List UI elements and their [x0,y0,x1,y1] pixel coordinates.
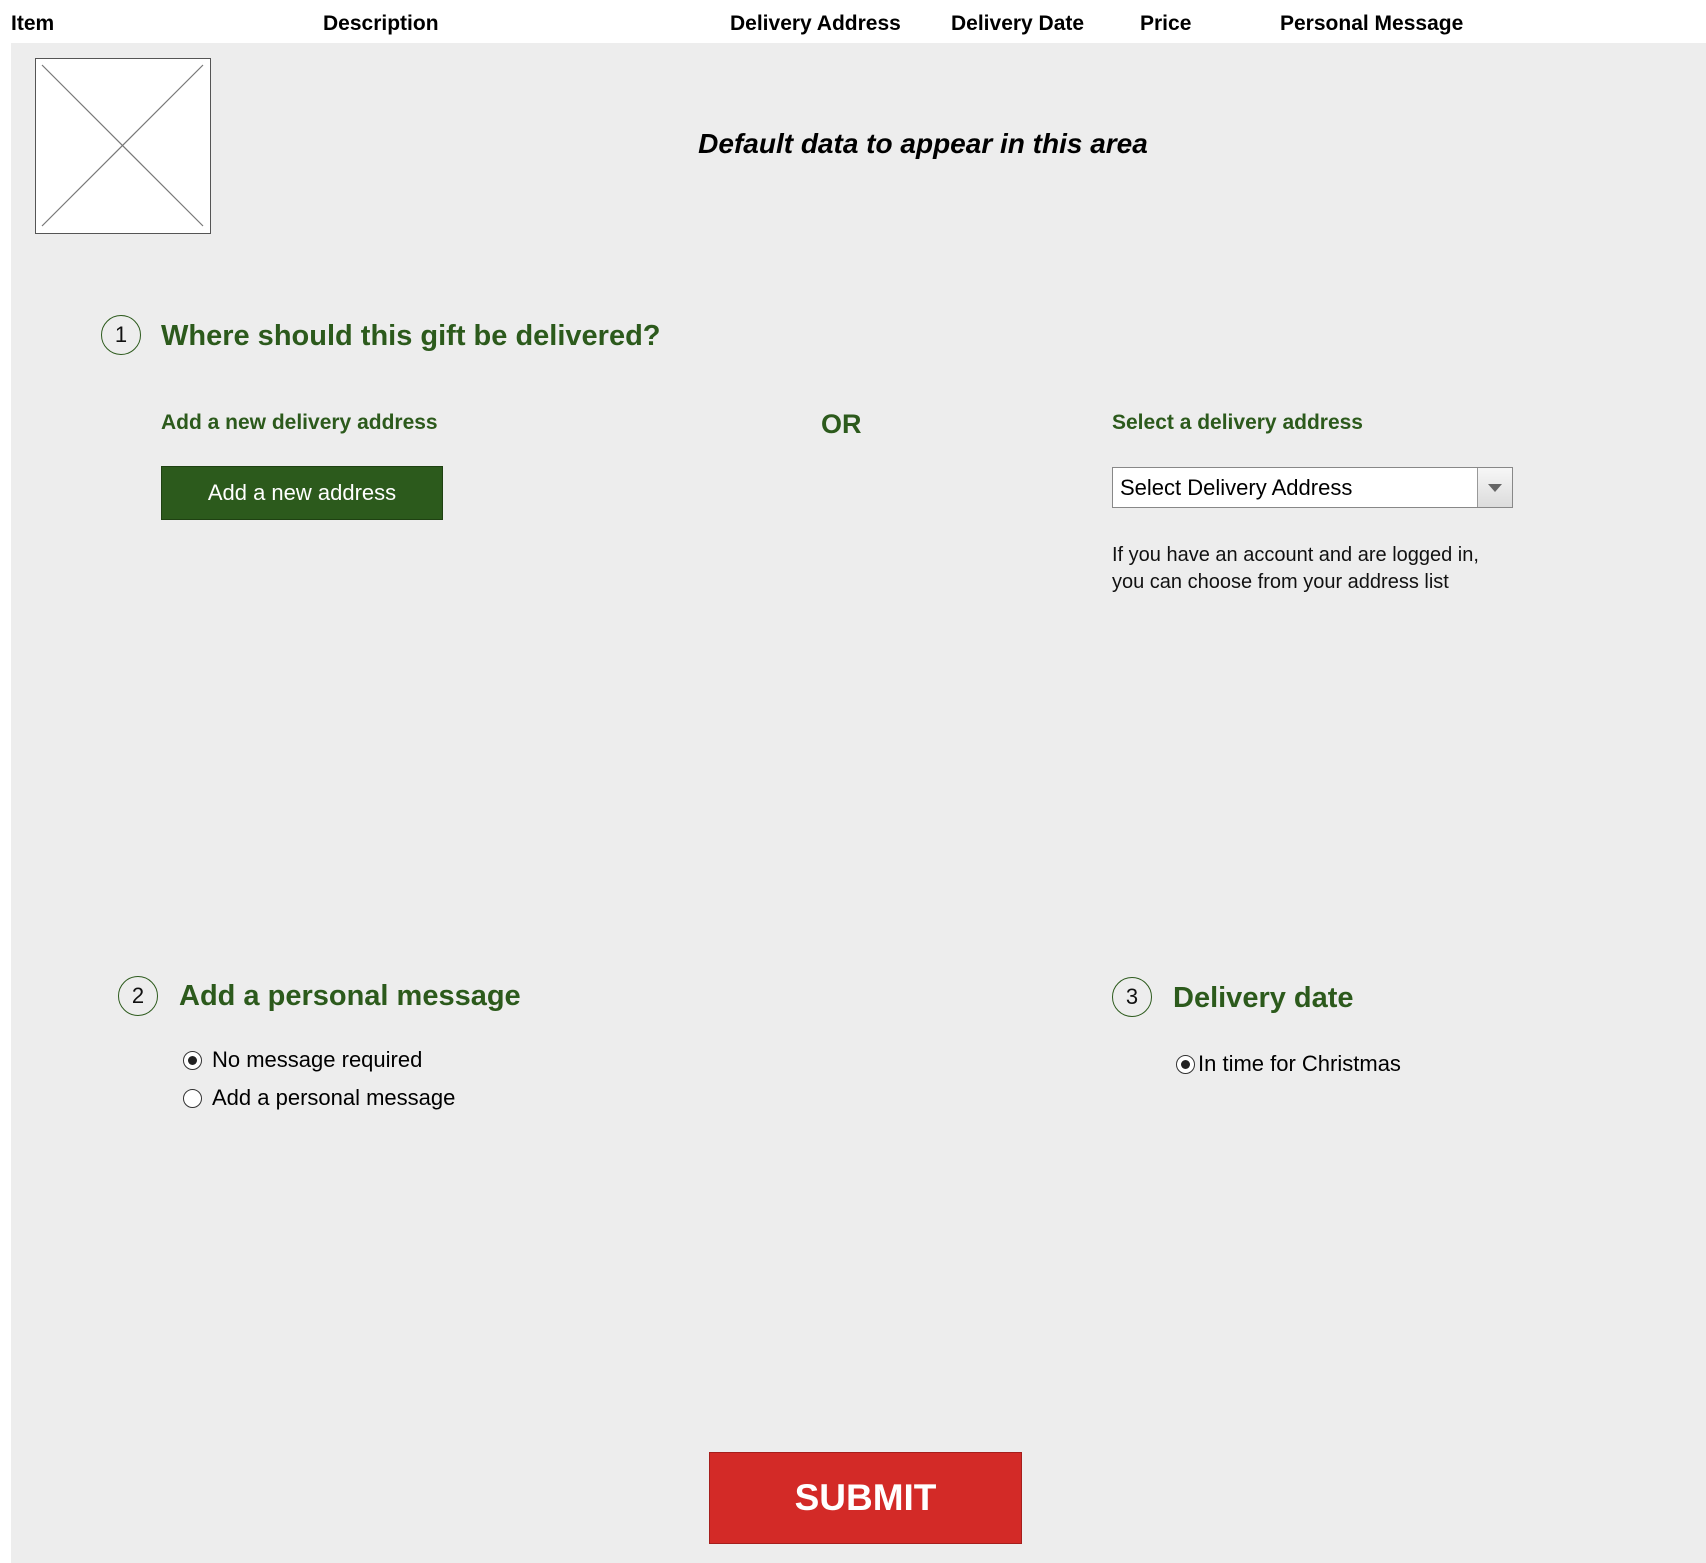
radio-button-checked[interactable] [183,1050,202,1070]
radio-christmas[interactable]: In time for Christmas [1176,1051,1401,1077]
or-separator: OR [821,409,862,439]
gift-options-panel [11,43,1706,1563]
step-1-badge: 1 [101,315,141,355]
delivery-address-select[interactable]: Select Delivery Address [1112,467,1513,508]
radio-label: In time for Christmas [1198,1051,1401,1076]
step-2-title: Add a personal message [179,980,521,1012]
submit-button[interactable]: SUBMIT [709,1452,1022,1544]
radio-button[interactable] [183,1088,202,1108]
step-3-title: Delivery date [1173,982,1354,1014]
address-hint: If you have an account and are logged in… [1112,542,1479,596]
radio-add-message[interactable]: Add a personal message [183,1085,455,1111]
radio-label: No message required [212,1047,423,1072]
address-hint-line-1: If you have an account and are logged in… [1112,544,1479,566]
chevron-down-icon[interactable] [1477,468,1512,507]
add-address-label: Add a new delivery address [161,411,438,434]
step-3-badge: 3 [1112,977,1152,1017]
default-data-text: Default data to appear in this area [698,128,1148,159]
step-2-badge: 2 [118,976,158,1016]
add-new-address-button[interactable]: Add a new address [161,466,443,520]
header-price: Price [1140,12,1192,35]
radio-label: Add a personal message [212,1085,456,1110]
header-description: Description [323,12,439,35]
header-item: Item [11,12,55,35]
radio-no-message[interactable]: No message required [183,1047,422,1073]
radio-button-checked[interactable] [1176,1054,1195,1074]
header-delivery-date: Delivery Date [951,12,1085,35]
address-hint-line-2: you can choose from your address list [1112,571,1449,593]
select-address-label: Select a delivery address [1112,411,1363,434]
header-delivery-address: Delivery Address [730,12,901,35]
select-value: Select Delivery Address [1120,475,1353,500]
step-1-title: Where should this gift be delivered? [161,320,661,352]
header-personal-message: Personal Message [1280,12,1464,35]
